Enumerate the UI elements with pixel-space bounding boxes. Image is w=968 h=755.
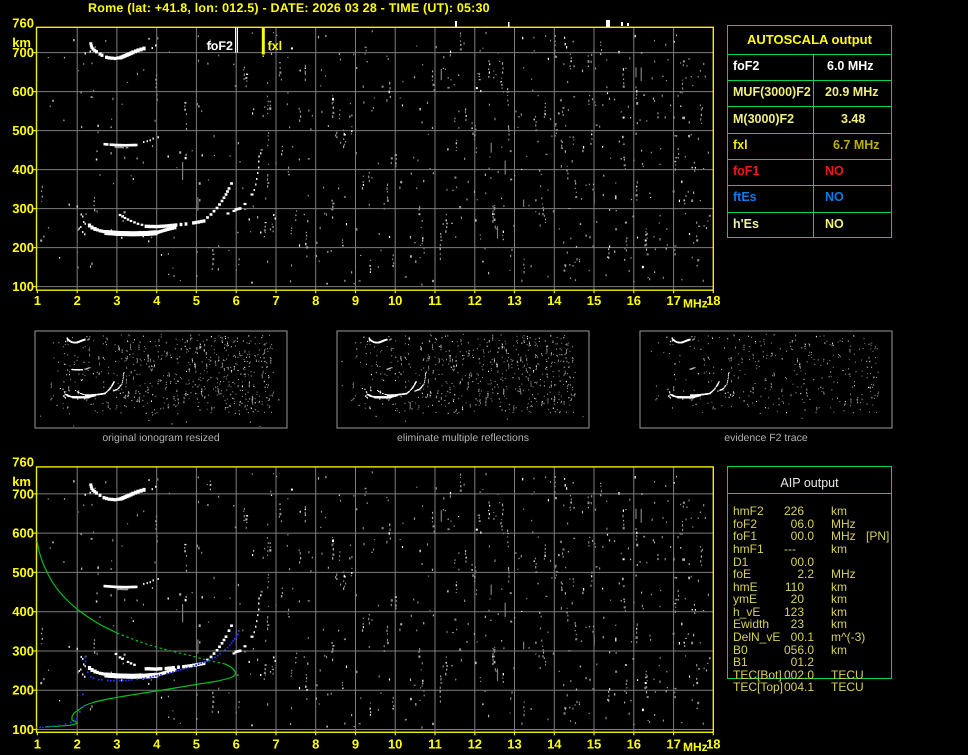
svg-text:400: 400	[12, 162, 34, 177]
svg-text:18: 18	[706, 293, 720, 308]
svg-text:km: km	[12, 474, 31, 489]
svg-text:500: 500	[12, 565, 34, 580]
svg-text:14: 14	[547, 737, 562, 752]
svg-text:12: 12	[468, 293, 482, 308]
svg-text:17: 17	[666, 737, 680, 752]
svg-text:200: 200	[12, 240, 34, 255]
svg-text:MHz: MHz	[683, 740, 708, 754]
svg-text:1: 1	[34, 737, 41, 752]
svg-text:500: 500	[12, 123, 34, 138]
svg-text:13: 13	[507, 293, 521, 308]
svg-text:17: 17	[666, 293, 680, 308]
svg-text:original ionogram resized: original ionogram resized	[102, 432, 219, 444]
svg-text:2: 2	[74, 293, 81, 308]
svg-text:300: 300	[12, 644, 34, 659]
svg-text:fxl: fxl	[268, 39, 283, 53]
svg-text:11: 11	[428, 293, 442, 308]
svg-text:200: 200	[12, 683, 34, 698]
svg-text:400: 400	[12, 604, 34, 619]
svg-text:600: 600	[12, 84, 34, 99]
svg-text:16: 16	[627, 737, 641, 752]
svg-text:3: 3	[113, 293, 120, 308]
svg-text:15: 15	[587, 293, 601, 308]
svg-text:10: 10	[388, 293, 402, 308]
svg-text:3: 3	[113, 737, 120, 752]
svg-text:12: 12	[468, 737, 482, 752]
svg-text:foF2: foF2	[207, 39, 233, 53]
svg-text:10: 10	[388, 737, 402, 752]
svg-text:9: 9	[352, 737, 359, 752]
svg-text:km: km	[12, 35, 31, 50]
svg-text:600: 600	[12, 526, 34, 541]
svg-text:4: 4	[153, 293, 161, 308]
svg-text:14: 14	[547, 293, 562, 308]
svg-text:11: 11	[428, 737, 442, 752]
svg-text:5: 5	[193, 293, 200, 308]
svg-text:8: 8	[312, 293, 319, 308]
svg-text:16: 16	[627, 293, 641, 308]
svg-text:13: 13	[507, 737, 521, 752]
svg-text:7: 7	[272, 737, 279, 752]
svg-text:MHz: MHz	[683, 297, 708, 311]
svg-text:evidence F2 trace: evidence F2 trace	[724, 432, 808, 444]
svg-text:4: 4	[153, 737, 161, 752]
svg-text:100: 100	[12, 279, 34, 294]
svg-text:15: 15	[587, 737, 601, 752]
svg-text:6: 6	[233, 737, 240, 752]
svg-text:760: 760	[12, 15, 34, 30]
svg-text:eliminate multiple reflections: eliminate multiple reflections	[397, 432, 529, 444]
svg-text:7: 7	[272, 293, 279, 308]
svg-text:100: 100	[12, 722, 34, 737]
svg-text:300: 300	[12, 201, 34, 216]
svg-text:8: 8	[312, 737, 319, 752]
svg-text:2: 2	[74, 737, 81, 752]
svg-text:9: 9	[352, 293, 359, 308]
svg-text:6: 6	[233, 293, 240, 308]
svg-text:1: 1	[34, 293, 41, 308]
svg-text:5: 5	[193, 737, 200, 752]
svg-text:18: 18	[706, 737, 720, 752]
svg-text:760: 760	[12, 455, 34, 470]
